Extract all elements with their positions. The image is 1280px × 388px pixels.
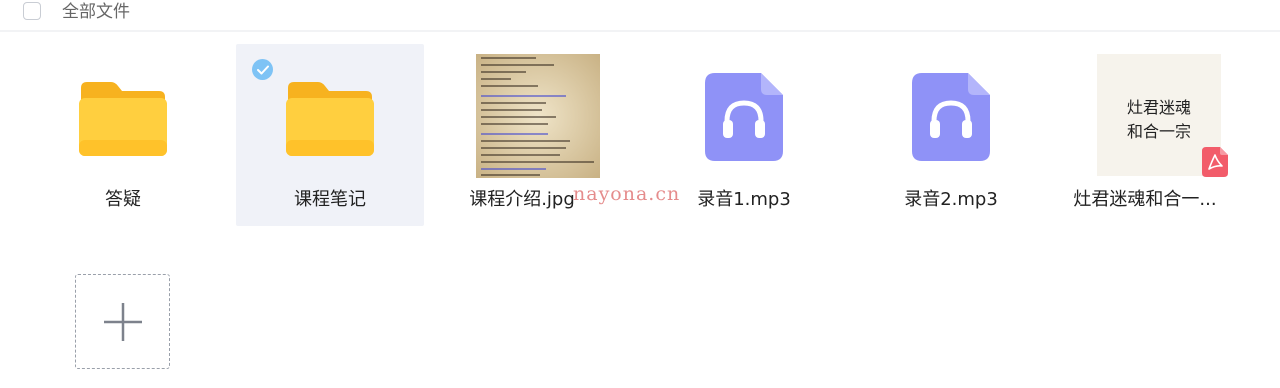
folder-icon — [79, 82, 167, 156]
breadcrumb-all-files[interactable]: 全部文件 — [62, 2, 130, 22]
file-name: 答疑 — [105, 189, 141, 210]
headphones-icon — [705, 73, 783, 161]
watermark-text: nayona.cn — [573, 183, 681, 205]
toolbar-header: 全部文件 — [0, 0, 1280, 32]
file-tile-folder-selected[interactable]: 课程笔记 — [236, 44, 424, 226]
thumbnail-text: 和合一宗 — [1126, 122, 1191, 141]
image-thumbnail — [476, 54, 600, 178]
plus-icon — [103, 302, 142, 341]
select-all-checkbox[interactable] — [23, 2, 41, 20]
file-tile-pdf[interactable]: 灶君迷魂 和合一宗 灶君迷魂和合一... — [1045, 44, 1245, 226]
checkmark-icon[interactable] — [252, 59, 273, 80]
add-file-button[interactable] — [75, 274, 170, 369]
thumbnail-text: 灶君迷魂 — [1126, 98, 1191, 117]
pdf-thumbnail: 灶君迷魂 和合一宗 — [1097, 54, 1228, 177]
file-name: 灶君迷魂和合一... — [1073, 189, 1217, 210]
file-name: 录音2.mp3 — [904, 189, 998, 210]
file-name: 课程笔记 — [294, 189, 366, 210]
headphones-icon — [912, 73, 990, 161]
file-tile-folder[interactable]: 答疑 — [29, 44, 217, 226]
folder-icon — [286, 82, 374, 156]
pdf-icon — [1202, 147, 1228, 177]
file-tile-audio[interactable]: 录音2.mp3 — [857, 44, 1045, 226]
